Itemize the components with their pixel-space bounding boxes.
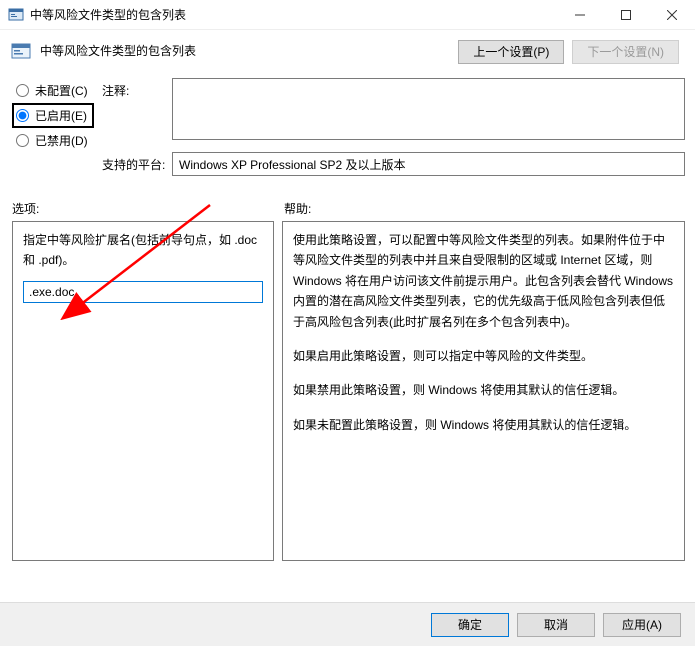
radio-disabled-input[interactable]	[16, 134, 29, 147]
maximize-button[interactable]	[603, 0, 649, 30]
config-row: 未配置(C) 已启用(E) 已禁用(D) 注释: 支持的平台: Windows …	[0, 70, 695, 182]
radio-not-configured-input[interactable]	[16, 84, 29, 97]
radio-enabled[interactable]: 已启用(E)	[12, 103, 94, 128]
platform-label: 支持的平台:	[102, 152, 168, 173]
footer: 确定 取消 应用(A)	[0, 602, 695, 646]
options-label: 选项:	[12, 200, 276, 217]
prev-setting-button[interactable]: 上一个设置(P)	[458, 40, 564, 64]
radio-enabled-input[interactable]	[16, 109, 29, 122]
comment-textarea[interactable]	[172, 78, 685, 140]
radio-not-configured-label: 未配置(C)	[35, 82, 88, 99]
ok-button[interactable]: 确定	[431, 613, 509, 637]
help-paragraph-1: 使用此策略设置，可以配置中等风险文件类型的列表。如果附件位于中等风险文件类型的列…	[293, 230, 674, 332]
next-setting-button: 下一个设置(N)	[572, 40, 679, 64]
state-radio-group: 未配置(C) 已启用(E) 已禁用(D)	[12, 78, 94, 153]
help-paragraph-3: 如果禁用此策略设置，则 Windows 将使用其默认的信任逻辑。	[293, 380, 674, 400]
platform-value: Windows XP Professional SP2 及以上版本	[172, 152, 685, 176]
minimize-button[interactable]	[557, 0, 603, 30]
apply-button[interactable]: 应用(A)	[603, 613, 681, 637]
radio-enabled-label: 已启用(E)	[35, 107, 87, 124]
help-panel: 使用此策略设置，可以配置中等风险文件类型的列表。如果附件位于中等风险文件类型的列…	[282, 221, 685, 561]
help-paragraph-2: 如果启用此策略设置，则可以指定中等风险的文件类型。	[293, 346, 674, 366]
titlebar: 中等风险文件类型的包含列表	[0, 0, 695, 30]
radio-not-configured[interactable]: 未配置(C)	[12, 78, 94, 103]
close-button[interactable]	[649, 0, 695, 30]
header-title: 中等风险文件类型的包含列表	[40, 40, 450, 59]
help-paragraph-4: 如果未配置此策略设置，则 Windows 将使用其默认的信任逻辑。	[293, 415, 674, 435]
header: 中等风险文件类型的包含列表 上一个设置(P) 下一个设置(N)	[0, 30, 695, 70]
radio-disabled-label: 已禁用(D)	[35, 132, 88, 149]
extensions-input[interactable]	[23, 281, 263, 303]
window-title: 中等风险文件类型的包含列表	[30, 6, 557, 23]
options-description: 指定中等风险扩展名(包括前导句点，如 .doc 和 .pdf)。	[23, 230, 263, 271]
options-panel: 指定中等风险扩展名(包括前导句点，如 .doc 和 .pdf)。	[12, 221, 274, 561]
app-icon	[8, 7, 24, 23]
policy-icon	[10, 40, 32, 62]
comment-label: 注释:	[102, 78, 168, 99]
radio-disabled[interactable]: 已禁用(D)	[12, 128, 94, 153]
main-panels: 指定中等风险扩展名(包括前导句点，如 .doc 和 .pdf)。 使用此策略设置…	[0, 221, 695, 561]
cancel-button[interactable]: 取消	[517, 613, 595, 637]
section-labels: 选项: 帮助:	[0, 182, 695, 221]
help-label: 帮助:	[284, 200, 311, 217]
